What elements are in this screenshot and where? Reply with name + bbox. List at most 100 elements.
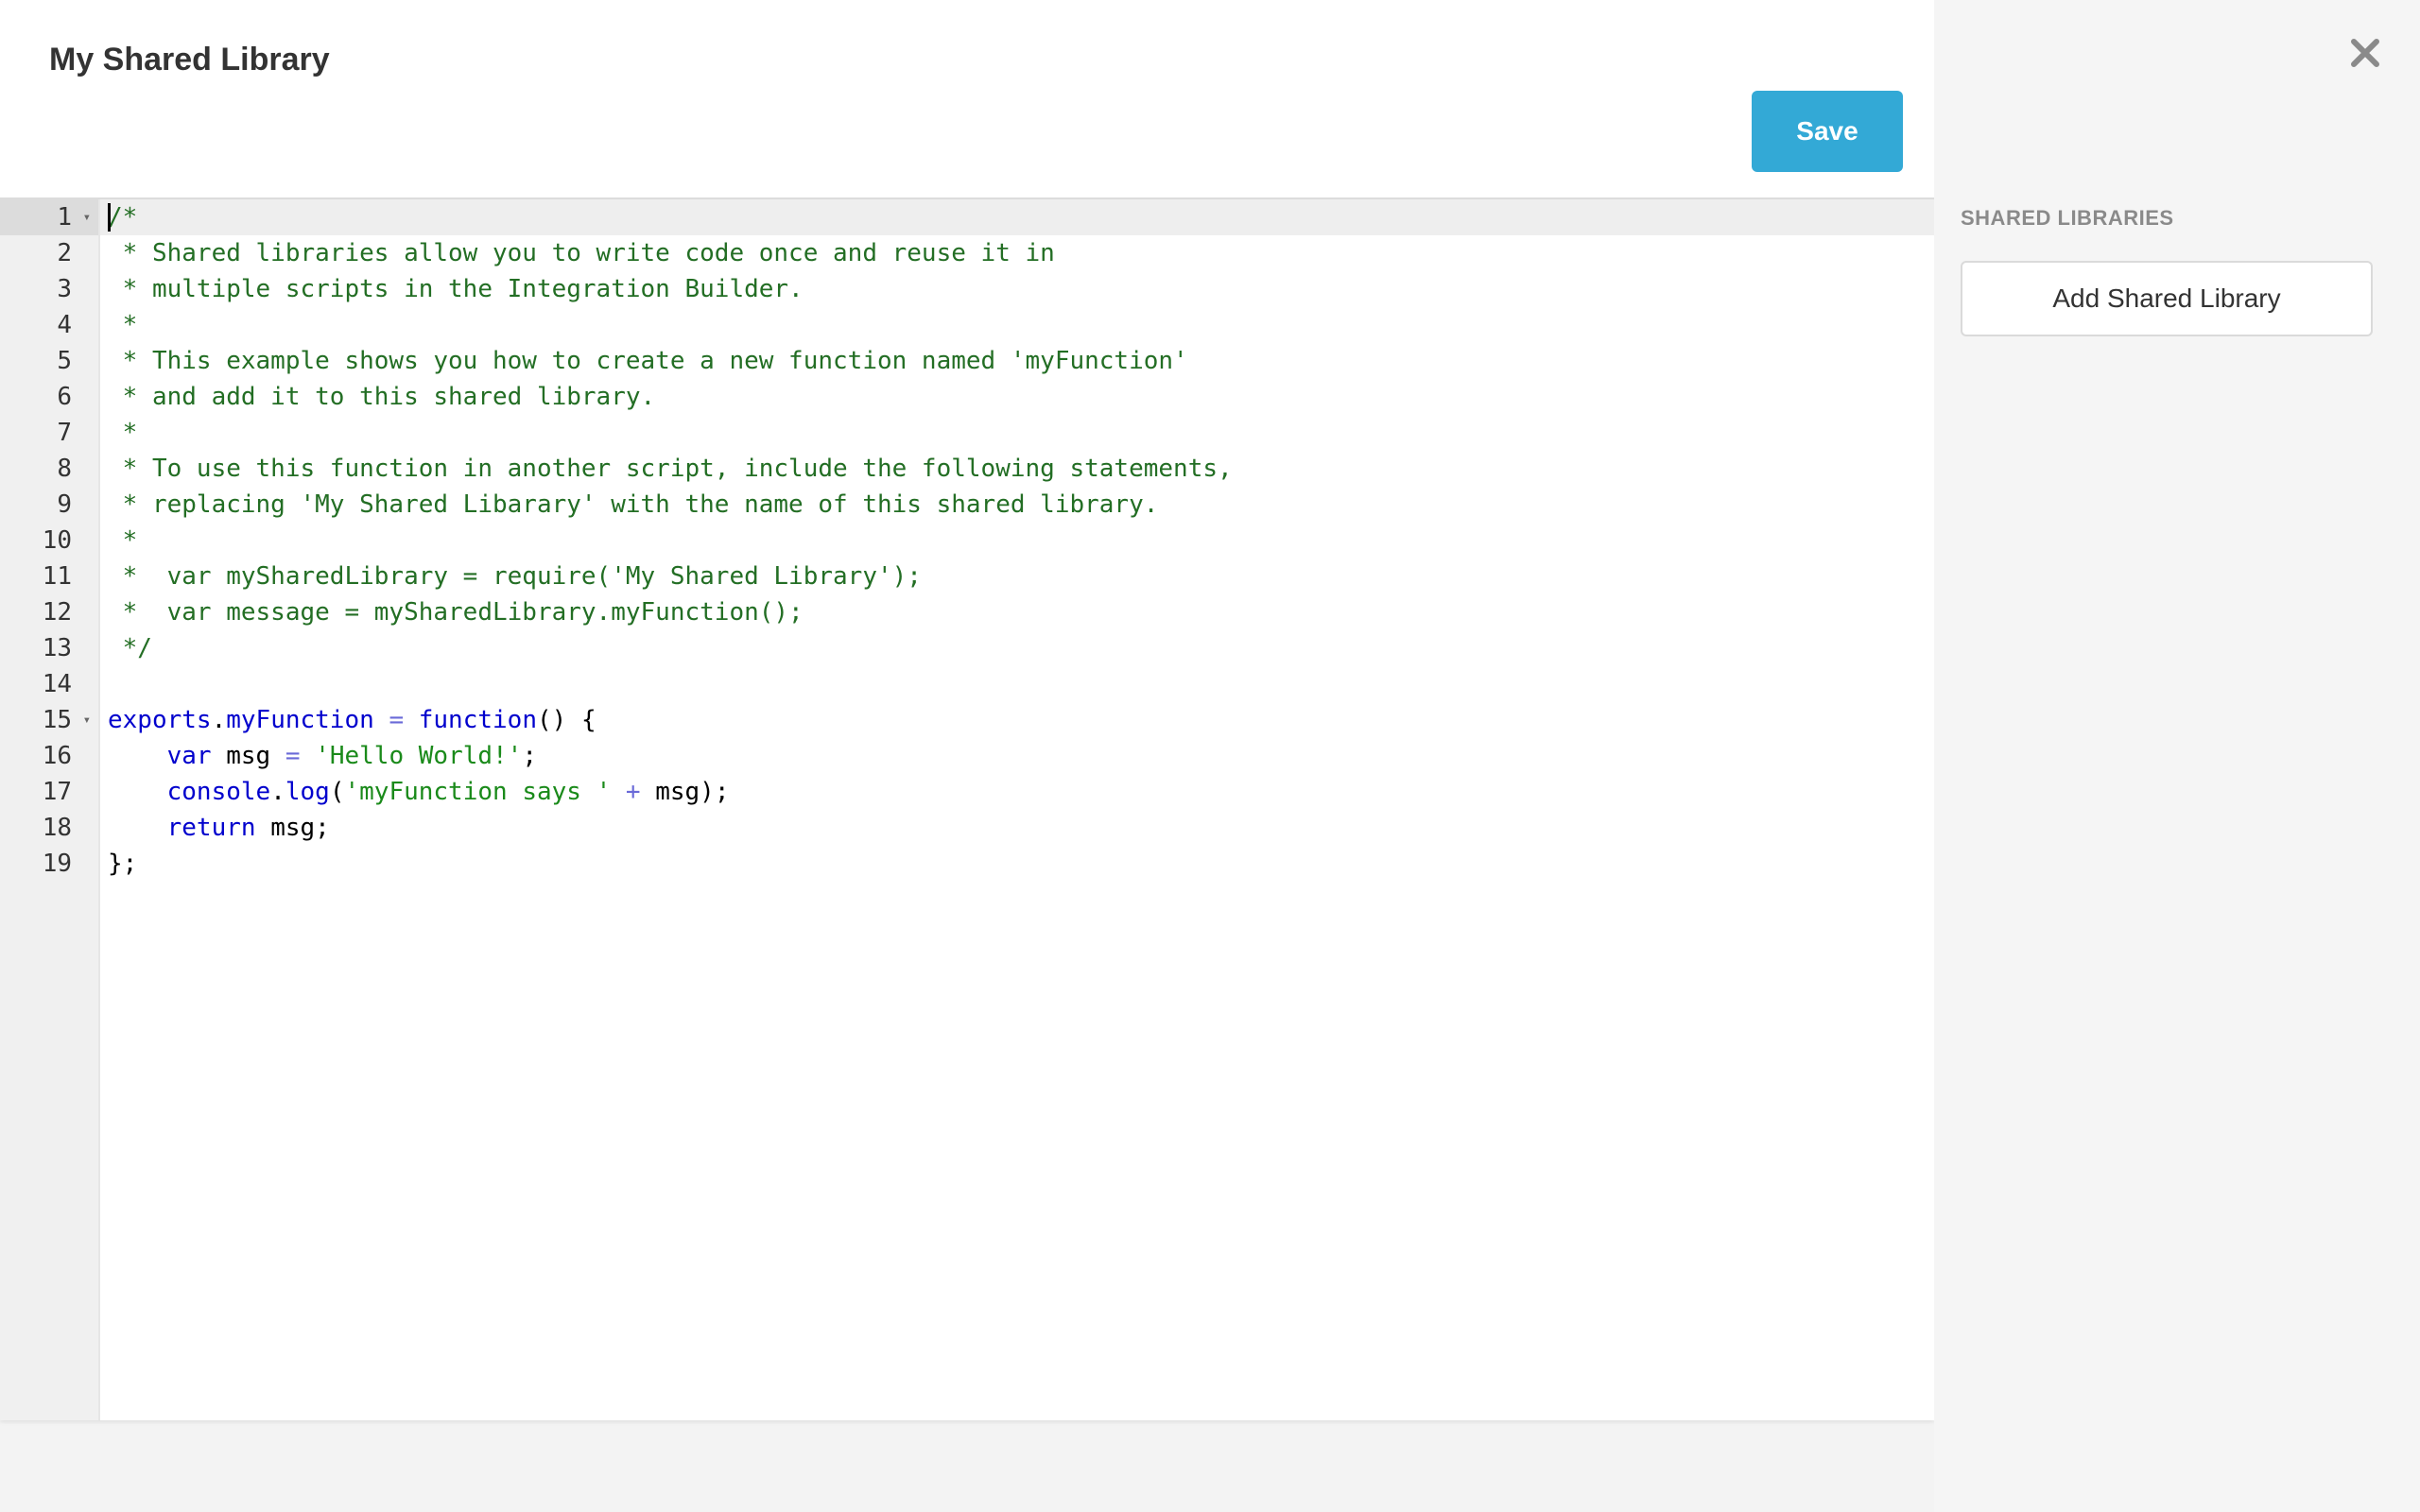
code-token: exports — [108, 706, 212, 734]
line-number: 7 — [0, 415, 98, 451]
code-token: * multiple scripts in the Integration Bu… — [108, 275, 804, 303]
line-number-text: 11 — [42, 562, 72, 591]
code-line[interactable]: * — [100, 523, 1934, 558]
save-button[interactable]: Save — [1752, 91, 1903, 172]
code-editor[interactable]: 1 ▾ 2 3 4 5 6 7 8 9 10 11 12 13 14 15 ▾ 16 17 18 19 /* * Sha… — [0, 198, 1934, 1420]
line-number: 18 — [0, 810, 98, 846]
code-line[interactable]: * and add it to this shared library. — [100, 379, 1934, 415]
shared-libraries-heading: SHARED LIBRARIES — [1961, 206, 2174, 230]
code-token: return — [166, 814, 256, 842]
code-line[interactable]: }; — [100, 846, 1934, 882]
code-token: myFunction — [226, 706, 374, 734]
line-number-text: 14 — [42, 670, 72, 698]
text-cursor — [108, 203, 111, 232]
line-number-text: 4 — [57, 311, 72, 339]
code-line[interactable]: * — [100, 307, 1934, 343]
line-number-text: 18 — [42, 814, 72, 842]
line-number: 8 — [0, 451, 98, 487]
line-number-text: 17 — [42, 778, 72, 806]
close-icon[interactable] — [2346, 34, 2384, 72]
line-number-text: 15 — [42, 706, 72, 734]
code-token: ; — [522, 742, 537, 770]
side-panel: SHARED LIBRARIES Add Shared Library — [1934, 0, 2420, 1512]
code-token: */ — [108, 634, 152, 662]
line-number-gutter: 1 ▾ 2 3 4 5 6 7 8 9 10 11 12 13 14 15 ▾ 16 17 18 19 — [0, 199, 100, 1420]
code-token: ( — [329, 778, 345, 806]
code-line[interactable]: return msg; — [100, 810, 1934, 846]
line-number-text: 12 — [42, 598, 72, 627]
line-number: 14 — [0, 666, 98, 702]
code-token: * — [108, 526, 138, 555]
code-line[interactable]: * This example shows you how to create a… — [100, 343, 1934, 379]
code-line[interactable]: exports.myFunction = function() { — [100, 702, 1934, 738]
code-line[interactable]: * To use this function in another script… — [100, 451, 1934, 487]
code-token: }; — [108, 850, 138, 878]
code-line[interactable]: * var message = mySharedLibrary.myFuncti… — [100, 594, 1934, 630]
line-number-text: 13 — [42, 634, 72, 662]
line-number: 16 — [0, 738, 98, 774]
line-number-text: 8 — [57, 455, 72, 483]
code-line[interactable]: var msg = 'Hello World!'; — [100, 738, 1934, 774]
code-token: * replacing 'My Shared Libarary' with th… — [108, 490, 1159, 519]
code-line[interactable]: console.log('myFunction says ' + msg); — [100, 774, 1934, 810]
line-number-text: 19 — [42, 850, 72, 878]
line-number-text: 10 — [42, 526, 72, 555]
code-line[interactable] — [100, 666, 1934, 702]
code-token: * and add it to this shared library. — [108, 383, 656, 411]
code-token: 'myFunction says ' — [344, 778, 612, 806]
code-token: msg; — [255, 814, 330, 842]
code-token: msg — [211, 742, 285, 770]
line-number-text: 9 — [57, 490, 72, 519]
code-line[interactable]: */ — [100, 630, 1934, 666]
code-token: * Shared libraries allow you to write co… — [108, 239, 1055, 267]
code-line[interactable]: /* — [100, 199, 1934, 235]
line-number: 3 — [0, 271, 98, 307]
code-token: * To use this function in another script… — [108, 455, 1233, 483]
code-token: * var message = mySharedLibrary.myFuncti… — [108, 598, 804, 627]
code-token: * This example shows you how to create a… — [108, 347, 1188, 375]
code-token: () { — [536, 706, 596, 734]
line-number: 19 — [0, 846, 98, 882]
code-token: = — [389, 706, 405, 734]
line-number-text: 16 — [42, 742, 72, 770]
code-token: console — [166, 778, 271, 806]
line-number: 12 — [0, 594, 98, 630]
code-token: . — [270, 778, 285, 806]
add-shared-library-button[interactable]: Add Shared Library — [1961, 261, 2373, 336]
code-token: var — [166, 742, 212, 770]
code-line[interactable]: * Shared libraries allow you to write co… — [100, 235, 1934, 271]
header: My Shared Library Save — [0, 0, 1934, 198]
line-number: 10 — [0, 523, 98, 558]
code-token: + — [625, 778, 641, 806]
fold-arrow-icon[interactable]: ▾ — [83, 199, 91, 235]
code-line[interactable]: * replacing 'My Shared Libarary' with th… — [100, 487, 1934, 523]
code-line[interactable]: * — [100, 415, 1934, 451]
line-number: 13 — [0, 630, 98, 666]
code-line[interactable]: * var mySharedLibrary = require('My Shar… — [100, 558, 1934, 594]
line-number: 17 — [0, 774, 98, 810]
code-line[interactable]: * multiple scripts in the Integration Bu… — [100, 271, 1934, 307]
code-area[interactable]: /* * Shared libraries allow you to write… — [100, 199, 1934, 1420]
line-number: 2 — [0, 235, 98, 271]
code-token: . — [211, 706, 227, 734]
page-title: My Shared Library — [49, 42, 330, 77]
code-token: * var mySharedLibrary = require('My Shar… — [108, 562, 922, 591]
line-number-text: 2 — [57, 239, 72, 267]
code-token: /* — [108, 203, 138, 232]
main-panel: My Shared Library Save 1 ▾ 2 3 4 5 6 7 8 9 10 11 12 1… — [0, 0, 1934, 1512]
line-number: 1 ▾ — [0, 199, 98, 235]
line-number: 15 ▾ — [0, 702, 98, 738]
code-token: function — [418, 706, 537, 734]
line-number-text: 6 — [57, 383, 72, 411]
fold-arrow-icon[interactable]: ▾ — [83, 702, 91, 738]
code-token: * — [108, 311, 138, 339]
line-number: 5 — [0, 343, 98, 379]
line-number-text: 7 — [57, 419, 72, 447]
line-number-text: 5 — [57, 347, 72, 375]
line-number: 11 — [0, 558, 98, 594]
code-token: msg); — [640, 778, 730, 806]
